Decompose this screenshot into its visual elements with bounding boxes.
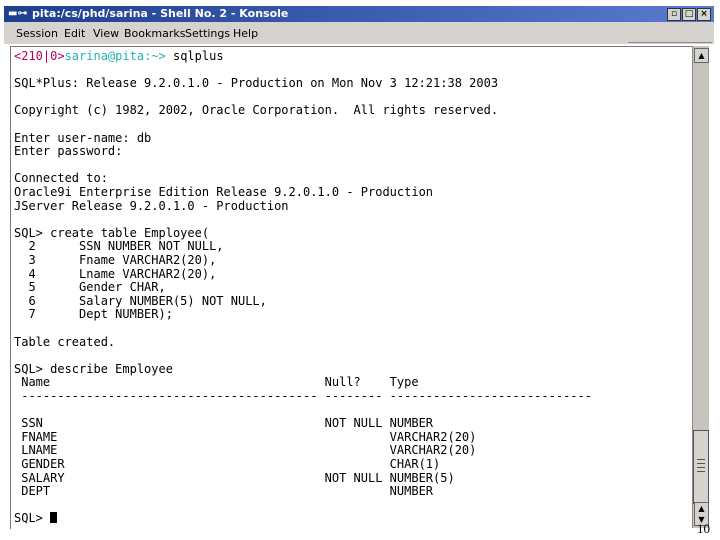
menu-edit[interactable]: Edit <box>64 27 85 40</box>
menu-settings[interactable]: Settings <box>185 27 230 40</box>
sql-prompt-line: SQL> <box>14 511 58 526</box>
terminal-line: Oracle9i Enterprise Edition Release 9.2.… <box>14 185 434 199</box>
menu-help[interactable]: Help <box>233 27 258 40</box>
terminal-line: LNAME VARCHAR2(20) <box>14 443 477 458</box>
window-controls: ▫ □ × <box>667 8 711 21</box>
slide-page-number: 10 <box>697 521 710 536</box>
terminal-line: Name Null? Type <box>14 375 419 390</box>
terminal-line: SALARY NOT NULL NUMBER(5) <box>14 470 455 485</box>
shell-prompt-line: <210|0>sarina@pita:~> sqlplus <box>14 49 224 63</box>
text-cursor <box>50 512 58 524</box>
terminal-line: 5 Gender CHAR, <box>14 280 166 295</box>
scrollbar[interactable]: ▲ ▲ ▼ <box>692 46 709 528</box>
terminal-line: ----------------------------------------… <box>14 389 592 403</box>
terminal-line: 6 Salary NUMBER(5) NOT NULL, <box>14 293 267 308</box>
terminal-line: SQL> describe Employee <box>14 361 173 376</box>
scroll-up-arrow-icon[interactable]: ▲ <box>694 48 709 63</box>
terminal-line: Copyright (c) 1982, 2002, Oracle Corpora… <box>14 103 499 118</box>
terminal-line: SSN NOT NULL NUMBER <box>14 416 434 431</box>
window-titlebar[interactable]: ▬⊶ pita:/cs/phd/sarina - Shell No. 2 - K… <box>4 6 714 22</box>
terminal-line: SQL*Plus: Release 9.2.0.1.0 - Production… <box>14 76 499 91</box>
thumb-grip <box>697 459 705 460</box>
menu-bookmarks[interactable]: Bookmarks <box>124 27 185 40</box>
terminal-line: DEPT NUMBER <box>14 484 434 499</box>
terminal-line: FNAME VARCHAR2(20) <box>14 429 477 444</box>
terminal-output[interactable]: <210|0>sarina@pita:~> sqlplus SQL*Plus: … <box>10 46 693 529</box>
terminal-line: 7 Dept NUMBER); <box>14 307 173 322</box>
minimize-button[interactable]: ▫ <box>667 8 681 21</box>
prompt-return-code: <210|0> <box>14 49 65 63</box>
terminal-line: Connected to: <box>14 171 108 186</box>
terminal-line: Enter password: <box>14 144 123 159</box>
terminal-line: Enter user-name: db <box>14 130 152 145</box>
menu-session[interactable]: Session <box>16 27 58 40</box>
menu-separator <box>628 42 712 43</box>
terminal-line: GENDER CHAR(1) <box>14 457 441 471</box>
terminal-line: JServer Release 9.2.0.1.0 - Production <box>14 198 289 213</box>
close-button[interactable]: × <box>697 8 711 21</box>
window-title: pita:/cs/phd/sarina - Shell No. 2 - Kons… <box>32 7 289 20</box>
terminal-line: SQL> create table Employee( <box>14 225 210 240</box>
prompt-path: :~> <box>144 49 166 63</box>
sql-prompt: SQL> <box>14 511 51 526</box>
terminal-line: 3 Fname VARCHAR2(20), <box>14 253 217 267</box>
terminal-icon[interactable]: ▬⊶ <box>8 8 27 19</box>
menu-bar: Session Edit View Bookmarks Settings Hel… <box>4 22 714 44</box>
terminal-line: 2 SSN NUMBER NOT NULL, <box>14 239 224 254</box>
thumb-grip <box>697 467 705 468</box>
scrollbar-thumb[interactable] <box>693 430 709 504</box>
prompt-command: sqlplus <box>165 49 224 63</box>
maximize-button[interactable]: □ <box>682 8 696 21</box>
terminal-line: 4 Lname VARCHAR2(20), <box>14 266 217 281</box>
thumb-grip <box>697 463 705 464</box>
menu-view[interactable]: View <box>93 27 119 40</box>
thumb-grip <box>697 471 705 472</box>
prompt-user-host: sarina@pita <box>64 49 145 63</box>
terminal-line: Table created. <box>14 334 116 349</box>
